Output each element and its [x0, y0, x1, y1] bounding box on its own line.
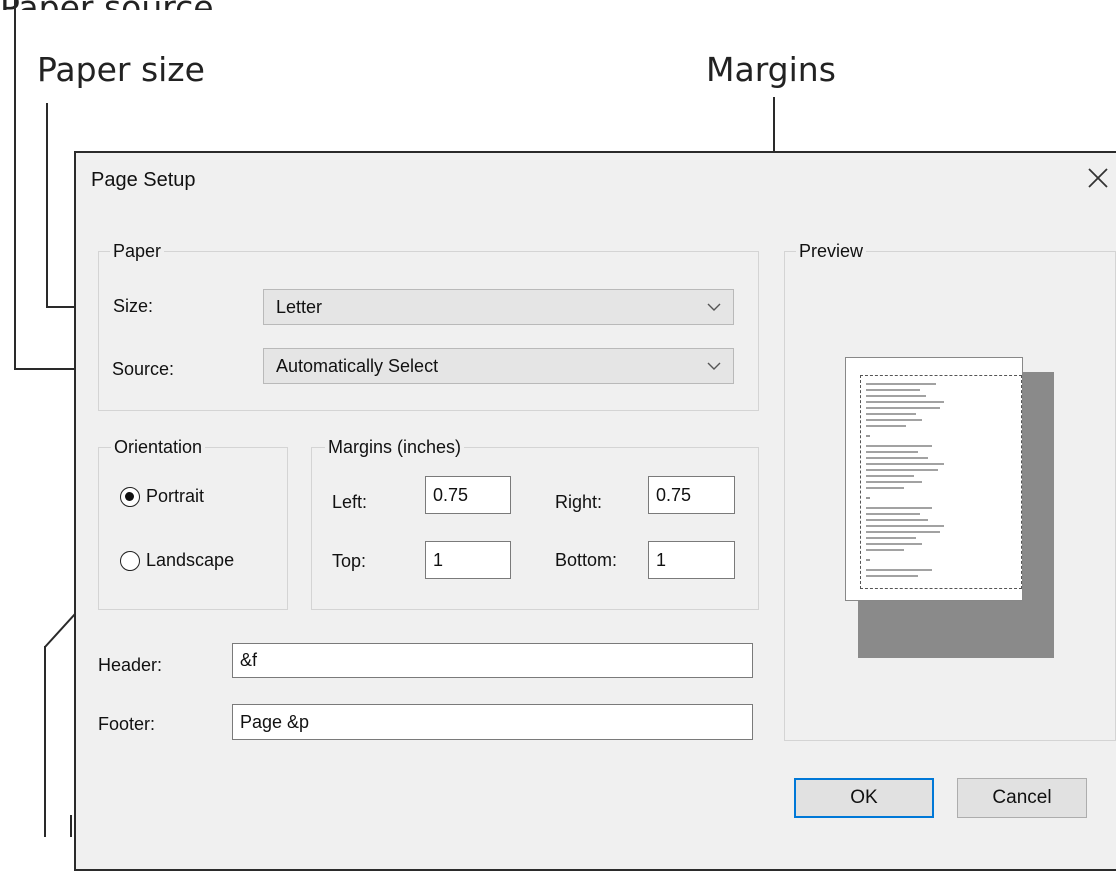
orientation-leader-vertical	[44, 646, 46, 837]
ok-button[interactable]: OK	[794, 778, 934, 818]
paper-group-label: Paper	[110, 241, 165, 261]
source-label: Source:	[112, 359, 175, 379]
top-margin-label: Top:	[332, 551, 367, 571]
landscape-label[interactable]: Landscape	[146, 549, 234, 571]
size-label: Size:	[113, 296, 154, 316]
radio-selected-dot	[125, 492, 134, 501]
preview-text-lines	[866, 383, 944, 577]
paper-source-dropdown[interactable]: Automatically Select	[263, 348, 734, 384]
orientation-group-label: Orientation	[111, 437, 206, 457]
left-margin-input[interactable]: 0.75	[425, 476, 511, 514]
paper-group	[98, 251, 759, 411]
cropped-callout-label: Paper source	[0, 0, 230, 10]
portrait-label[interactable]: Portrait	[146, 485, 204, 507]
bottom-margin-input[interactable]: 1	[648, 541, 735, 579]
cancel-button[interactable]: Cancel	[957, 778, 1087, 818]
margins-callout: Margins	[706, 50, 836, 89]
paper-source-callout-text: Paper source	[0, 0, 214, 10]
dialog-title: Page Setup	[91, 169, 196, 191]
paper-size-dropdown[interactable]: Letter	[263, 289, 734, 325]
header-label: Header:	[98, 655, 163, 675]
paper-size-value: Letter	[276, 297, 323, 317]
bottom-margin-label: Bottom:	[555, 550, 618, 570]
margins-group-label: Margins (inches)	[325, 437, 465, 457]
source-leader-vertical	[14, 0, 16, 370]
close-icon[interactable]	[1080, 160, 1116, 196]
top-margin-input[interactable]: 1	[425, 541, 511, 579]
landscape-radio[interactable]	[120, 551, 140, 571]
orientation-leader-vertical-2	[70, 815, 72, 837]
header-input[interactable]: &f	[232, 643, 753, 678]
left-margin-label: Left:	[332, 492, 368, 512]
preview-group-label: Preview	[796, 241, 867, 261]
right-margin-label: Right:	[555, 492, 603, 512]
right-margin-input[interactable]: 0.75	[648, 476, 735, 514]
footer-input[interactable]: Page &p	[232, 704, 753, 740]
paper-size-callout: Paper size	[37, 50, 205, 89]
portrait-radio[interactable]	[120, 487, 140, 507]
margins-group	[311, 447, 759, 610]
chevron-down-icon	[707, 362, 721, 370]
footer-label: Footer:	[98, 714, 156, 734]
chevron-down-icon	[707, 303, 721, 311]
orientation-group	[98, 447, 288, 610]
size-leader-vertical	[46, 103, 48, 308]
paper-source-value: Automatically Select	[276, 356, 439, 376]
